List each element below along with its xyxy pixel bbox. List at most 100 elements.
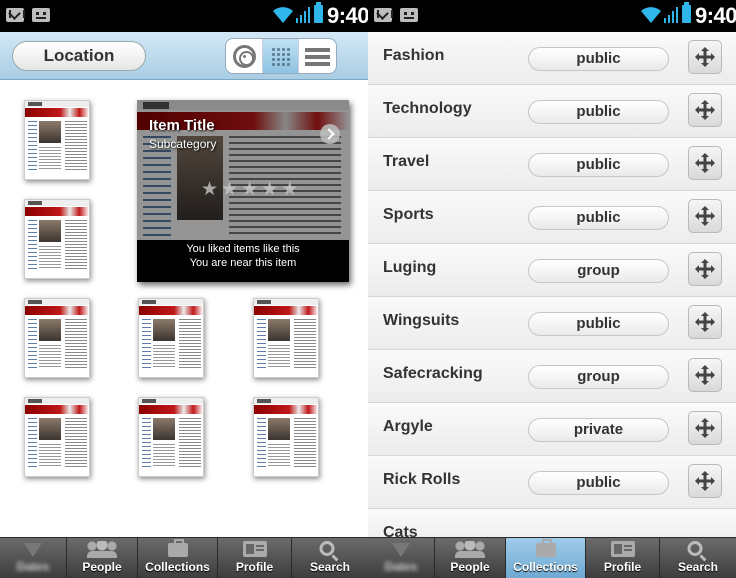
move-arrows-icon: [695, 312, 715, 332]
bottom-tab-bar: Dates People Collections Profile Search: [0, 537, 368, 578]
reorder-handle[interactable]: [688, 464, 722, 498]
collections-screen: 9:40 Fashion public Technology public Travel…: [368, 0, 736, 578]
briefcase-icon: [167, 539, 188, 557]
star-icon[interactable]: ★: [261, 180, 278, 199]
reorder-handle[interactable]: [688, 93, 722, 127]
tab-label: Search: [677, 560, 719, 574]
tab-profile[interactable]: Profile: [218, 538, 292, 578]
move-arrows-icon: [695, 206, 715, 226]
collection-row[interactable]: Rick Rolls public: [368, 456, 736, 509]
tab-label: Profile: [603, 560, 642, 574]
collection-row[interactable]: Safecracking group: [368, 350, 736, 403]
visibility-selector[interactable]: public: [528, 153, 669, 177]
item-thumbnail[interactable]: [24, 298, 90, 378]
featured-item-info: You liked items like this You are near t…: [137, 242, 349, 270]
people-icon: [455, 541, 485, 558]
featured-item-card[interactable]: Item Title Subcategory ★ ★ ★ ★ ★ You liked i…: [137, 100, 349, 282]
item-thumbnail[interactable]: [253, 397, 319, 477]
tab-collections[interactable]: Collections: [138, 538, 218, 578]
star-icon[interactable]: ★: [281, 180, 298, 199]
collection-name: Wingsuits: [383, 312, 460, 329]
reorder-handle[interactable]: [688, 199, 722, 233]
wifi-icon: [273, 7, 293, 23]
collection-row[interactable]: Luging group: [368, 244, 736, 297]
webpage-preview-image: [139, 299, 203, 377]
collection-row[interactable]: Wingsuits public: [368, 297, 736, 350]
triangle-icon: [392, 543, 410, 557]
signal-icon: [296, 7, 310, 23]
collection-name: Technology: [383, 100, 472, 117]
tab-collections[interactable]: Collections: [506, 538, 586, 578]
status-bar: 9:40: [0, 0, 368, 32]
tab-people[interactable]: People: [435, 538, 506, 578]
gmail-notification-icon: [374, 8, 393, 22]
signal-icon: [664, 7, 678, 23]
tab-people[interactable]: People: [67, 538, 138, 578]
reorder-handle[interactable]: [688, 411, 722, 445]
tab-label: Collections: [145, 560, 210, 574]
bottom-tab-bar: Dates People Collections Profile Search: [368, 537, 736, 578]
search-icon: [319, 541, 335, 556]
star-icon[interactable]: ★: [241, 180, 258, 199]
battery-icon: [314, 2, 323, 23]
reorder-handle[interactable]: [688, 146, 722, 180]
item-thumbnail[interactable]: [138, 298, 204, 378]
tab-profile[interactable]: Profile: [586, 538, 660, 578]
collection-name: Travel: [383, 153, 430, 170]
item-thumbnail[interactable]: [24, 397, 90, 477]
list-view-button[interactable]: [299, 39, 336, 73]
visibility-selector[interactable]: public: [528, 312, 669, 336]
grid-screen: 9:40 Location Item Title Subcategory ★ ★ ★…: [0, 0, 368, 578]
item-thumbnail[interactable]: [24, 199, 90, 279]
visibility-selector[interactable]: public: [528, 206, 669, 230]
item-thumbnail[interactable]: [24, 100, 90, 180]
move-arrows-icon: [695, 100, 715, 120]
collection-name: Rick Rolls: [383, 471, 461, 488]
collection-row[interactable]: Fashion public: [368, 32, 736, 85]
tab-label: People: [450, 560, 490, 574]
visibility-selector[interactable]: group: [528, 259, 669, 283]
reorder-handle[interactable]: [688, 358, 722, 392]
proximity-note: You are near this item: [189, 257, 297, 269]
star-icon[interactable]: ★: [201, 180, 218, 199]
visibility-selector[interactable]: group: [528, 365, 669, 389]
chat-notification-icon: [400, 8, 418, 22]
grid-icon: [270, 47, 292, 67]
star-icon[interactable]: ★: [221, 180, 238, 199]
target-view-button[interactable]: [226, 39, 263, 73]
collection-row[interactable]: Technology public: [368, 85, 736, 138]
featured-item-title: Item Title: [149, 117, 215, 134]
visibility-selector[interactable]: public: [528, 47, 669, 71]
profile-card-icon: [610, 541, 635, 557]
collection-name: Luging: [383, 259, 437, 276]
item-thumbnail[interactable]: [253, 298, 319, 378]
webpage-preview-image: [25, 299, 89, 377]
tab-search[interactable]: Search: [660, 538, 736, 578]
star-rating[interactable]: ★ ★ ★ ★ ★: [201, 180, 298, 199]
tab-search[interactable]: Search: [292, 538, 368, 578]
tab-dates[interactable]: Dates: [368, 538, 435, 578]
collection-row[interactable]: Argyle private: [368, 403, 736, 456]
webpage-preview-image: [25, 398, 89, 476]
tab-label: People: [82, 560, 122, 574]
chevron-right-icon[interactable]: [320, 124, 340, 144]
collection-list: Fashion public Technology public Travel publi…: [368, 32, 736, 549]
move-arrows-icon: [695, 47, 715, 67]
tab-label: Profile: [235, 560, 274, 574]
collection-row[interactable]: Sports public: [368, 191, 736, 244]
item-thumbnail[interactable]: [138, 397, 204, 477]
collection-row[interactable]: Travel public: [368, 138, 736, 191]
location-button[interactable]: Location: [12, 41, 146, 71]
tab-dates[interactable]: Dates: [0, 538, 67, 578]
reorder-handle[interactable]: [688, 305, 722, 339]
visibility-selector[interactable]: public: [528, 100, 669, 124]
grid-view-button[interactable]: [262, 39, 300, 73]
tab-label: Collections: [513, 560, 578, 574]
clock: 9:40: [327, 3, 368, 28]
reorder-handle[interactable]: [688, 252, 722, 286]
move-arrows-icon: [695, 365, 715, 385]
visibility-selector[interactable]: public: [528, 471, 669, 495]
visibility-selector[interactable]: private: [528, 418, 669, 442]
clock: 9:40: [695, 3, 736, 28]
reorder-handle[interactable]: [688, 40, 722, 74]
